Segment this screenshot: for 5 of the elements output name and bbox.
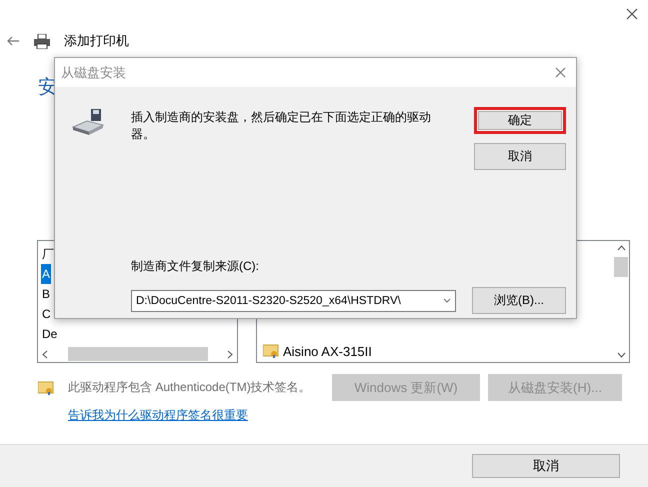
source-label: 制造商文件复制来源(C): (131, 258, 260, 275)
window-title: 添加打印机 (64, 32, 129, 50)
signature-text: 此驱动程序包含 Authenticode(TM)技术签名。 (68, 379, 312, 396)
dialog-title: 从磁盘安装 (61, 64, 126, 82)
instruction-text: 插入制造商的安装盘，然后确定已在下面选定正确的驱动器。 (131, 109, 432, 143)
